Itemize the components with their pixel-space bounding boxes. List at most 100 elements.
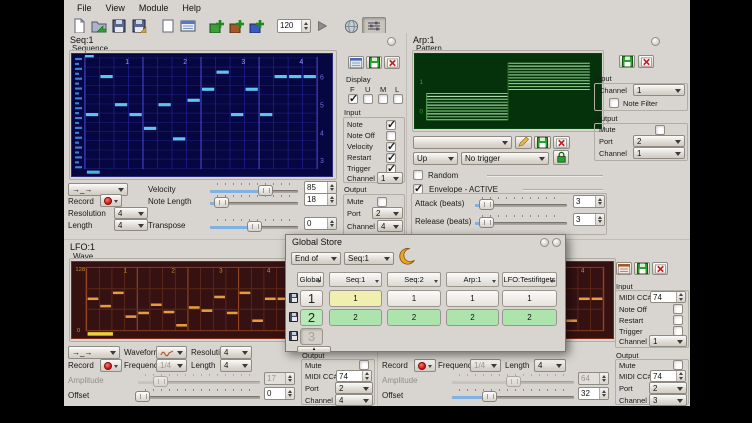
- store-cell[interactable]: 1: [446, 290, 499, 307]
- lfo2-port-select[interactable]: 2: [649, 382, 687, 394]
- random-checkbox[interactable]: [413, 170, 423, 180]
- record-button[interactable]: [100, 194, 122, 207]
- lfo2-out-cc-spinbox[interactable]: 74: [650, 370, 686, 382]
- lfo2-length-select[interactable]: 4: [534, 359, 566, 372]
- spin-arrows-icon[interactable]: [327, 218, 336, 229]
- seq-port-select[interactable]: 2: [372, 207, 403, 219]
- store-cell[interactable]: 2: [502, 309, 557, 326]
- release-slider[interactable]: [475, 214, 567, 227]
- lfo2-offset-spinbox[interactable]: 32: [578, 387, 609, 400]
- pattern-edit-button[interactable]: [515, 136, 532, 149]
- transpose-slider[interactable]: [210, 218, 298, 231]
- lfo2-in-channel-select[interactable]: 1: [649, 335, 687, 347]
- seq-float-button[interactable]: [387, 37, 396, 46]
- menu-module[interactable]: Module: [132, 2, 176, 14]
- store-col-seq2[interactable]: Seq:2: [387, 272, 441, 287]
- spin-arrows-icon[interactable]: [327, 194, 336, 205]
- store-row1-button[interactable]: 1: [300, 290, 323, 307]
- spin-arrows-icon[interactable]: [595, 214, 604, 225]
- pattern-delete-button[interactable]: [553, 136, 570, 149]
- lfo2-in-cc-spinbox[interactable]: 74: [650, 291, 686, 303]
- spin-arrows-icon[interactable]: [327, 182, 336, 193]
- flag-f-checkbox[interactable]: [348, 94, 358, 104]
- lfo1-offset-spinbox[interactable]: 0: [264, 387, 295, 400]
- arp-rename-button[interactable]: [619, 55, 635, 68]
- menu-help[interactable]: Help: [175, 2, 208, 14]
- arp-mute-checkbox[interactable]: [655, 125, 665, 135]
- store-row3-save-icon[interactable]: [289, 331, 298, 341]
- store-cell[interactable]: 2: [387, 309, 441, 326]
- store-col-seq1[interactable]: Seq:1: [329, 272, 382, 287]
- store-row2-button[interactable]: 2: [300, 309, 323, 326]
- arp-in-channel-select[interactable]: 1: [633, 84, 685, 96]
- store-scroll-up-button[interactable]: ▴: [297, 346, 331, 353]
- store-col-lfo[interactable]: LFO:Testifitgets: [502, 272, 557, 287]
- lfo1-out-cc-spinbox[interactable]: 74: [336, 370, 372, 382]
- note-checkbox[interactable]: [386, 120, 396, 130]
- spin-arrows-icon[interactable]: [301, 20, 310, 32]
- arp-mode-select[interactable]: Up: [413, 152, 458, 165]
- lfo1-loop-mode-select[interactable]: →_→: [68, 346, 120, 359]
- lfo1-mute-checkbox[interactable]: [359, 360, 369, 370]
- spin-arrows-icon[interactable]: [362, 371, 371, 381]
- seq-out-channel-select[interactable]: 4: [377, 220, 403, 232]
- spin-arrows-icon[interactable]: [676, 292, 685, 302]
- lfo2-record-button[interactable]: [414, 359, 436, 372]
- lfo2-offset-slider[interactable]: [452, 388, 574, 401]
- lfo2-note-off-checkbox[interactable]: [673, 304, 683, 314]
- seq-delete-button[interactable]: [384, 56, 400, 69]
- store-row2-save-icon[interactable]: [289, 312, 298, 322]
- store-col-arp1[interactable]: Arp:1: [446, 272, 499, 287]
- lfo1-length-select[interactable]: 4: [220, 359, 252, 372]
- store-col-global[interactable]: Global: [297, 272, 324, 287]
- sequence-display[interactable]: 12346543: [71, 53, 333, 177]
- lfo1-port-select[interactable]: 2: [335, 382, 373, 394]
- flag-u-checkbox[interactable]: [363, 94, 373, 104]
- note-filter-checkbox[interactable]: [609, 98, 619, 108]
- lfo2-delete-button[interactable]: [652, 262, 668, 275]
- arp-trigger-select[interactable]: No trigger: [461, 152, 549, 165]
- latch-button[interactable]: [553, 150, 569, 165]
- menu-file[interactable]: File: [70, 2, 99, 14]
- transpose-spinbox[interactable]: 0: [304, 217, 337, 230]
- dialog-float-button[interactable]: [540, 238, 549, 247]
- store-cell[interactable]: 2: [329, 309, 382, 326]
- lfo1-offset-slider[interactable]: [138, 388, 260, 401]
- menu-view[interactable]: View: [99, 2, 132, 14]
- attack-slider[interactable]: [475, 196, 567, 209]
- spin-arrows-icon[interactable]: [595, 196, 604, 207]
- store-cell[interactable]: 1: [502, 290, 557, 307]
- resolution-select[interactable]: 4: [114, 207, 148, 219]
- dialog-close-button[interactable]: [552, 238, 561, 247]
- pattern-preset-select[interactable]: [413, 136, 512, 149]
- arp-port-select[interactable]: 2: [633, 135, 685, 147]
- spin-arrows-icon[interactable]: [676, 371, 685, 381]
- attack-spinbox[interactable]: 3: [573, 195, 605, 208]
- seq-in-channel-select[interactable]: 1: [377, 172, 403, 184]
- arp-float-button[interactable]: [651, 37, 660, 46]
- seq-rename-button[interactable]: [366, 56, 382, 69]
- seq-mute-checkbox[interactable]: [377, 197, 387, 207]
- store-cell[interactable]: 1: [329, 290, 382, 307]
- store-time-mode-select[interactable]: End of: [291, 252, 341, 265]
- store-time-module-select[interactable]: Seq:1: [344, 252, 394, 265]
- release-spinbox[interactable]: 3: [573, 213, 605, 226]
- lfo1-record-button[interactable]: [100, 359, 122, 372]
- tempo-spinbox[interactable]: 120: [277, 19, 311, 33]
- spin-arrows-icon[interactable]: [285, 388, 294, 399]
- seq-clone-button[interactable]: [348, 56, 364, 69]
- lfo1-out-channel-select[interactable]: 4: [335, 394, 373, 406]
- lfo1-waveform-select[interactable]: [156, 346, 187, 359]
- lfo1-resolution-select[interactable]: 4: [220, 346, 252, 359]
- lfo2-out-channel-select[interactable]: 3: [649, 394, 687, 406]
- lfo1-wave-display[interactable]: 12801234: [71, 261, 300, 339]
- lfo2-mute-checkbox[interactable]: [673, 360, 683, 370]
- flag-m-checkbox[interactable]: [378, 94, 388, 104]
- length-select[interactable]: 4: [114, 219, 148, 231]
- store-cell[interactable]: 1: [387, 290, 441, 307]
- pattern-display[interactable]: 10: [414, 53, 602, 129]
- lfo2-clone-button[interactable]: [616, 262, 632, 275]
- note-length-slider[interactable]: [210, 194, 298, 207]
- lfo2-rename-button[interactable]: [634, 262, 650, 275]
- store-cell[interactable]: 2: [446, 309, 499, 326]
